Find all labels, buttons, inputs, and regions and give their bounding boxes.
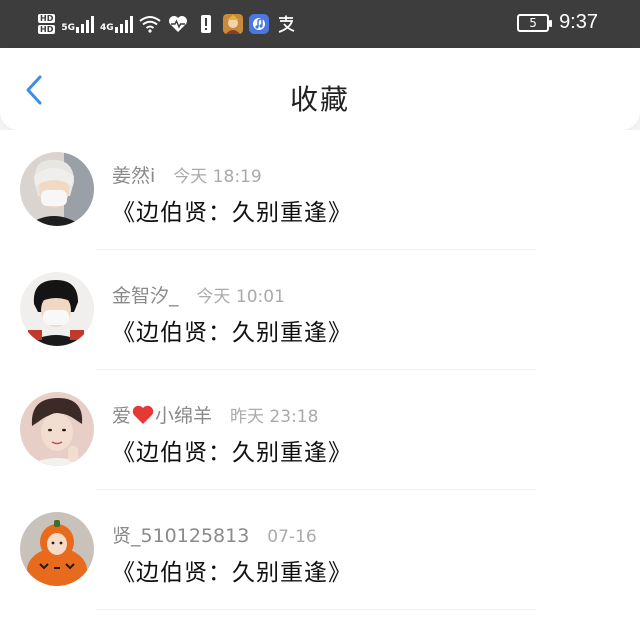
wifi-icon	[139, 13, 161, 35]
page-title: 收藏	[289, 83, 350, 116]
username[interactable]: 爱 小绵羊	[112, 401, 212, 428]
game-app-icon	[222, 14, 243, 34]
battery-icon: 5	[517, 13, 553, 32]
status-clock: 9:37	[559, 11, 598, 33]
username-text: 金智汐_	[112, 285, 179, 307]
status-bar: HD HD 5G 4G 5 9:37	[0, 0, 640, 48]
alert-icon	[195, 13, 217, 35]
status-right: 5 9:37	[517, 11, 598, 34]
username[interactable]: 金智汐_	[112, 281, 179, 308]
username[interactable]: 贤_510125813	[112, 521, 249, 548]
nav-header: 收藏	[0, 48, 640, 130]
item-title[interactable]: 《边伯贤：久别重逢》	[112, 313, 352, 347]
item-title[interactable]: 《边伯贤：久别重逢》	[112, 553, 352, 587]
music-app-icon	[248, 14, 269, 34]
network-4g-label: 4G	[100, 23, 114, 33]
hd-indicator: HD HD	[38, 14, 56, 34]
username-text: 贤_510125813	[112, 525, 250, 547]
list-item[interactable]: 金智汐_ 今天 10:01 《边伯贤：久别重逢》	[0, 250, 640, 370]
list-item[interactable]: 姜然i 今天 18:19 《边伯贤：久别重逢》	[0, 130, 640, 250]
battery-level: 5	[529, 15, 537, 30]
timestamp: 07-16	[267, 527, 317, 547]
network-5g-label: 5G	[61, 23, 75, 33]
signal-5g: 5G	[61, 15, 94, 33]
signal-4g: 4G	[100, 15, 133, 33]
item-title[interactable]: 《边伯贤：久别重逢》	[112, 433, 352, 467]
signal-bars-icon	[114, 15, 133, 33]
username[interactable]: 姜然i	[112, 161, 155, 188]
signal-bars-icon	[76, 15, 94, 33]
list-item[interactable]: 贤_510125813 07-16 《边伯贤：久别重逢》	[0, 490, 640, 610]
username-prefix: 爱	[112, 405, 132, 427]
favorites-list: 姜然i 今天 18:19 《边伯贤：久别重逢》 金智汐_ 今天 10:01 《边…	[0, 130, 640, 626]
heart-rate-icon	[167, 13, 189, 35]
name-line: 金智汐_ 今天 10:01	[112, 281, 285, 308]
timestamp: 今天 10:01	[196, 287, 285, 307]
heart-emoji-icon	[132, 405, 154, 424]
username-suffix: 小绵羊	[155, 405, 213, 427]
item-title[interactable]: 《边伯贤：久别重逢》	[112, 193, 352, 227]
timestamp: 昨天 23:18	[230, 407, 319, 427]
avatar[interactable]	[20, 392, 94, 466]
timestamp: 今天 18:19	[173, 167, 262, 187]
username-text: 姜然i	[112, 165, 156, 187]
name-line: 姜然i 今天 18:19	[112, 161, 262, 188]
avatar[interactable]	[20, 512, 94, 586]
avatar[interactable]	[20, 272, 94, 346]
name-line: 贤_510125813 07-16	[112, 521, 317, 548]
alipay-icon	[275, 13, 297, 35]
avatar[interactable]	[20, 152, 94, 226]
list-item[interactable]: 爱 小绵羊 昨天 23:18 《边伯贤：久别重逢》	[0, 370, 640, 490]
name-line: 爱 小绵羊 昨天 23:18	[112, 401, 318, 428]
divider	[96, 609, 536, 610]
status-left: HD HD 5G 4G	[38, 10, 297, 38]
